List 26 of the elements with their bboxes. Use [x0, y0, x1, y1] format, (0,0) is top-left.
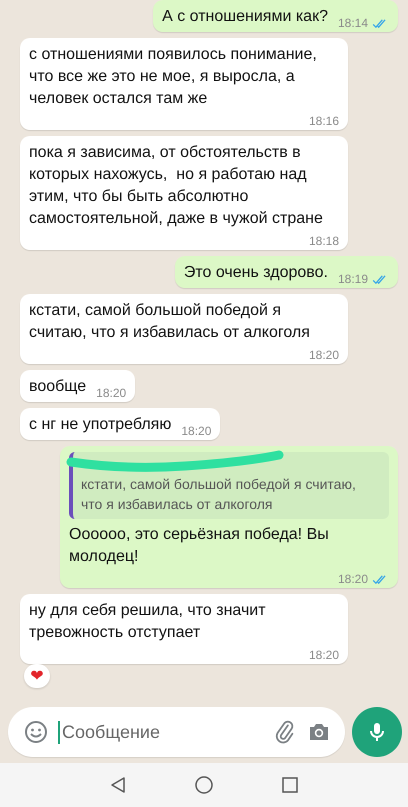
message-text: вообще: [29, 377, 86, 397]
message-time: 18:16: [308, 113, 339, 129]
message-time: 18:18: [308, 233, 339, 249]
recent-apps-icon[interactable]: [280, 775, 300, 795]
emoji-icon[interactable]: [24, 720, 48, 744]
message-time: 18:20: [181, 423, 212, 439]
home-icon[interactable]: [194, 775, 214, 795]
message-time: 18:20: [338, 571, 368, 587]
message-text: кстати, самой большой победой я считаю, что я избавилась от алкоголя: [29, 301, 311, 343]
message-time: 18:20: [96, 385, 126, 401]
message-text: ну для себя решила, что значит тревожность отступает: [29, 601, 267, 643]
message-text: пока я зависима, от обстоятельств в которых нахожусь, но я работаю над этим, что бы быть абсолютно самостоятельной, даже в чужой стране: [29, 143, 324, 229]
quoted-text: кстати, самой большой победой я считаю, что я избавилась от алкоголя: [81, 475, 357, 514]
message-text: Это очень здорово.: [184, 263, 328, 283]
message-text: Оооооо, это серьёзная победа! Вы молодец!: [69, 525, 330, 567]
message-time: 18:19: [338, 271, 368, 287]
message-time: 18:14: [338, 15, 368, 31]
message-text: с нг не употребляю: [29, 415, 172, 435]
reaction-badge[interactable]: ❤: [24, 664, 50, 688]
message-time: 18:20: [308, 647, 339, 663]
message-input-bar[interactable]: Сообщение: [8, 707, 345, 757]
microphone-button[interactable]: [352, 707, 402, 757]
quoted-message[interactable]: кстати, самой большой победой я считаю, что я избавилась от алкоголя: [69, 452, 389, 519]
message-text: с отношениями появилось понимание, что все же это не мое, я выросла, а человек остался там же: [29, 45, 318, 109]
message-time: 18:20: [308, 347, 339, 363]
message-text: А с отношениями как?: [162, 7, 328, 27]
